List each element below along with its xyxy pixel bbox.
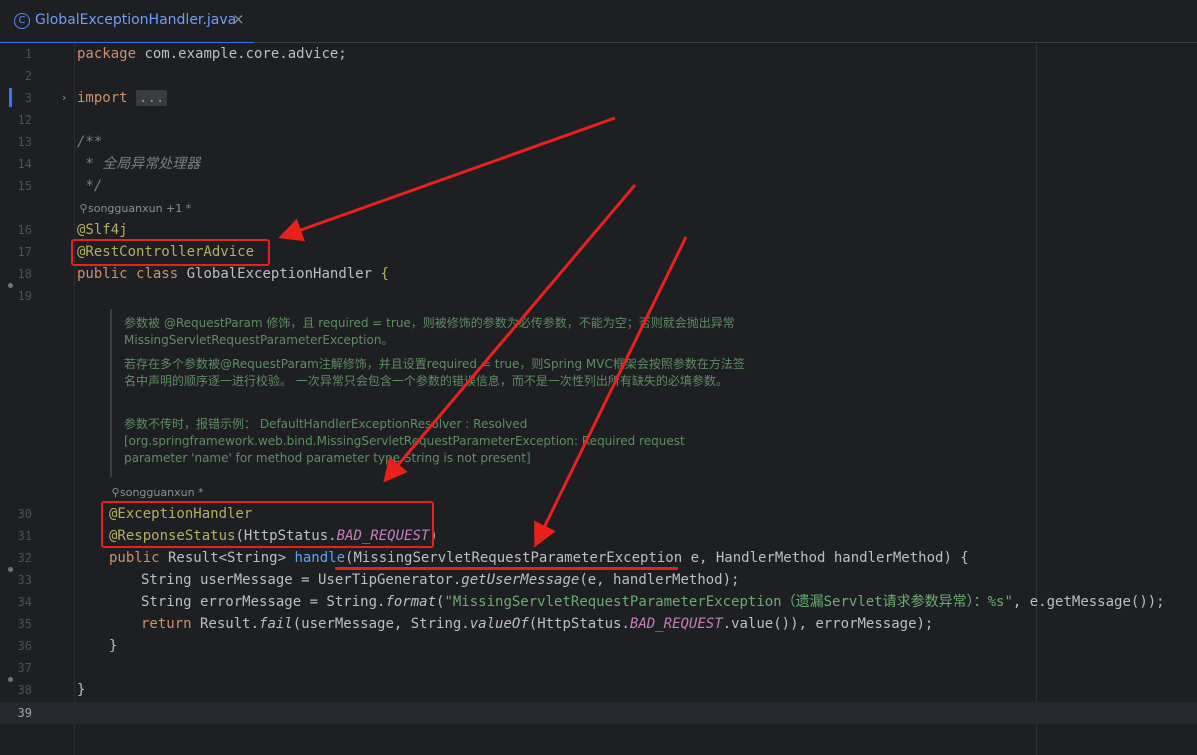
arrow-to-exception-handler (383, 184, 637, 483)
arrow-to-exception-param (534, 236, 688, 548)
annotation-arrows (278, 116, 688, 548)
arrow-to-rest-controller-advice (278, 116, 616, 242)
